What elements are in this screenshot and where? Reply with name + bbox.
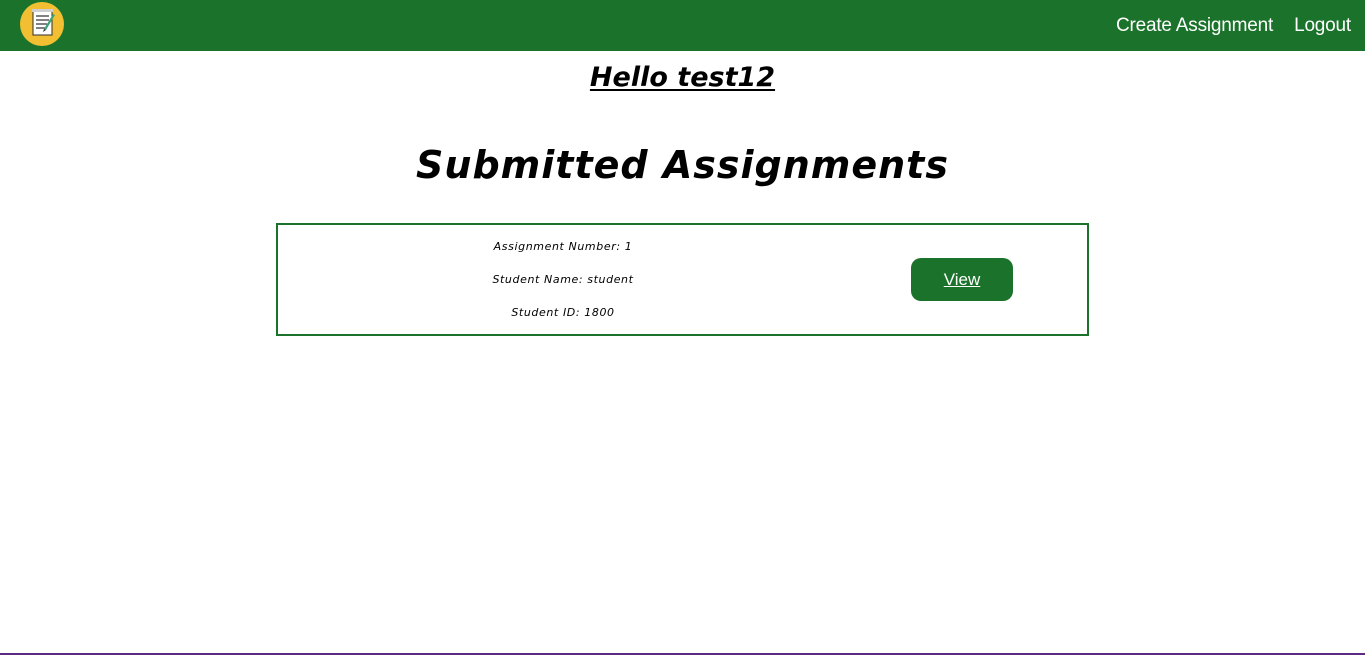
nav-logout-link[interactable]: Logout xyxy=(1294,15,1351,37)
page: Create Assignment Logout Hello test12 Su… xyxy=(0,0,1365,655)
submission-card: Assignment Number: 1 Student Name: stude… xyxy=(276,223,1089,336)
nav-create-assignment-link[interactable]: Create Assignment xyxy=(1116,15,1273,37)
student-name-text: Student Name: student xyxy=(492,273,634,286)
greeting-text: Hello test12 xyxy=(589,62,776,93)
app-logo-icon[interactable] xyxy=(20,2,64,46)
view-submission-button[interactable]: View xyxy=(911,258,1013,301)
nav-links: Create Assignment Logout xyxy=(1116,0,1351,51)
top-navbar: Create Assignment Logout xyxy=(0,0,1365,51)
greeting-heading: Hello test12 xyxy=(0,58,1365,98)
page-title: Submitted Assignments xyxy=(416,143,949,187)
assignment-number-text: Assignment Number: 1 xyxy=(493,240,633,253)
student-id-text: Student ID: 1800 xyxy=(511,306,615,319)
notepad-icon xyxy=(32,9,55,36)
